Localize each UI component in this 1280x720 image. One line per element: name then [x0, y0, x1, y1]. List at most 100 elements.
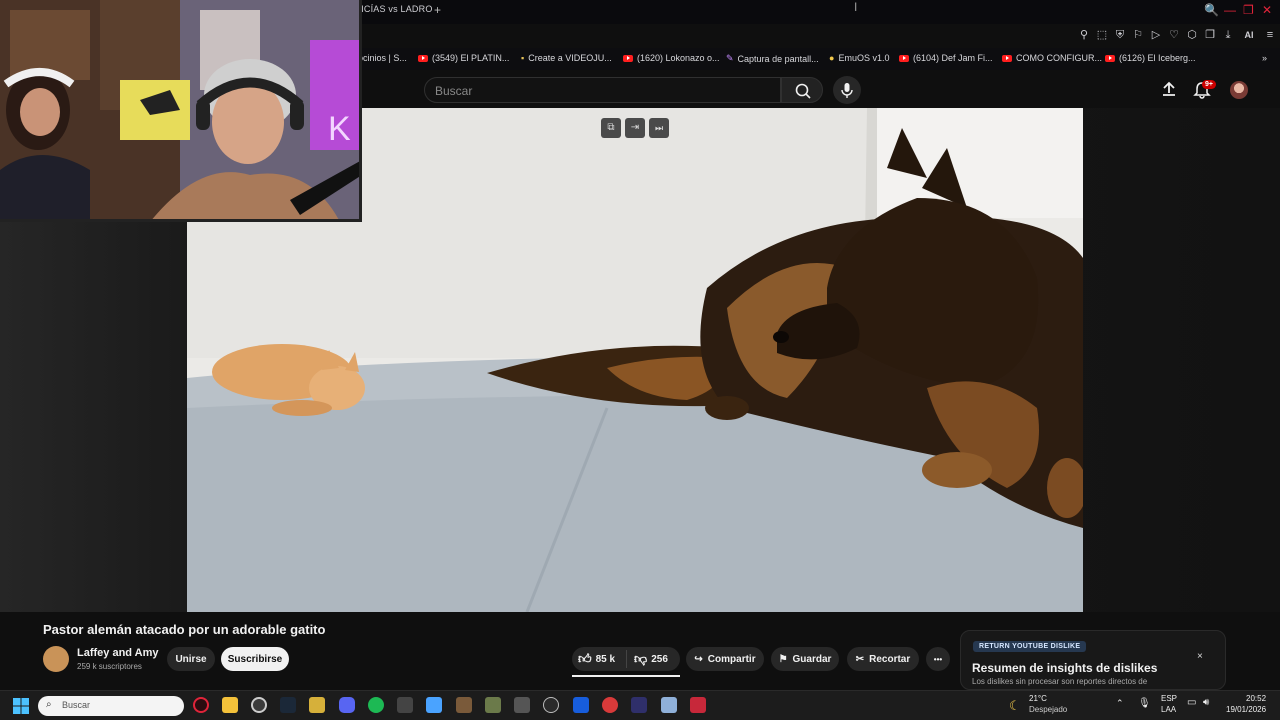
notification-badge: 9+: [1202, 80, 1216, 89]
bookmark-item[interactable]: (6126) El Iceberg...: [1105, 53, 1196, 63]
miniplayer-icon[interactable]: ⧉: [601, 118, 621, 138]
heart-icon[interactable]: ♡: [1168, 28, 1180, 42]
youtube-icon: [1105, 54, 1115, 62]
bookmark-label: (6126) El Iceberg...: [1119, 53, 1196, 63]
thumbs-up-icon: 👍︎: [578, 651, 592, 666]
new-tab-button[interactable]: +: [434, 3, 441, 17]
search-button[interactable]: [781, 77, 823, 103]
search-icon: [795, 83, 811, 99]
bookmark-item[interactable]: ● EmuOS v1.0: [829, 53, 889, 63]
channel-avatar[interactable]: [43, 646, 69, 672]
browser-search-icon[interactable]: 🔍: [1204, 3, 1219, 17]
weather-temperature[interactable]: 21°C: [1029, 694, 1047, 703]
bookmark-item[interactable]: ocinios | S...: [358, 53, 407, 63]
save-button[interactable]: ⚑ Guardar: [771, 647, 839, 671]
upload-icon[interactable]: [1160, 80, 1178, 98]
opera-gx-icon[interactable]: [193, 697, 209, 713]
scissors-icon: ✂: [855, 653, 865, 665]
chrome-icon[interactable]: [251, 697, 267, 713]
file-explorer-icon[interactable]: [222, 697, 238, 713]
taskbar-search-input[interactable]: Buscar: [38, 696, 184, 716]
bookmark-item[interactable]: ▪ Create a VIDEOJU...: [521, 53, 612, 63]
ryd-description: Los dislikes sin procesar son reportes d…: [972, 677, 1148, 686]
exit-icon[interactable]: ⇥: [625, 118, 645, 138]
volume-icon[interactable]: 🔊︎: [1203, 697, 1209, 708]
game-icon: ▪: [521, 53, 525, 63]
share-label: Compartir: [707, 653, 756, 665]
like-button[interactable]: 👍︎ 85 k: [578, 651, 615, 667]
subscriber-count: 259 k suscriptores: [77, 662, 142, 671]
like-ratio-bar: [572, 675, 680, 677]
windows-start-icon[interactable]: [13, 698, 29, 714]
microphone-tray-icon[interactable]: 🎙︎: [1138, 698, 1151, 709]
voice-search-button[interactable]: [833, 76, 861, 104]
app-icon[interactable]: [690, 697, 706, 713]
bookmark-item[interactable]: (6104) Def Jam Fi...: [899, 53, 993, 63]
bookmark-item[interactable]: ✎ Captura de pantall...: [726, 53, 819, 64]
channel-name[interactable]: Laffey and Amy: [77, 647, 159, 659]
steam-icon[interactable]: [280, 697, 296, 713]
moon-weather-icon[interactable]: ☾: [1009, 698, 1021, 714]
bookmark-icon[interactable]: ⚐: [1132, 28, 1144, 42]
divider: [626, 650, 627, 668]
bookmark-label: (6104) Def Jam Fi...: [913, 53, 993, 63]
ryd-panel: RETURN YOUTUBE DISLIKE Resumen de insigh…: [960, 630, 1226, 690]
game-icon[interactable]: [485, 697, 501, 713]
play-icon[interactable]: ▷: [1150, 28, 1162, 42]
notepad-icon[interactable]: [426, 697, 442, 713]
ai-button[interactable]: AI: [1240, 28, 1258, 42]
emuos-icon: ●: [829, 53, 835, 63]
spotify-icon[interactable]: [368, 697, 384, 713]
next-icon[interactable]: ⏭: [649, 118, 669, 138]
download-icon[interactable]: ⤓: [1222, 28, 1234, 42]
clock-time[interactable]: 20:52: [1246, 694, 1266, 703]
browser-tab[interactable]: LICÍAS vs LADRO: [356, 4, 433, 14]
bookmark-item[interactable]: COMO CONFIGUR...: [1002, 53, 1102, 63]
bookmark-item[interactable]: (1620) Lokonazo o...: [623, 53, 720, 63]
shield-icon[interactable]: ⛨: [1114, 28, 1126, 42]
app-icon[interactable]: [602, 697, 618, 713]
search-input[interactable]: Buscar: [424, 77, 781, 103]
save-label: Guardar: [792, 653, 832, 665]
app-icon[interactable]: [309, 697, 325, 713]
weather-description[interactable]: Despejado: [1029, 705, 1067, 714]
network-icon[interactable]: ▭: [1187, 697, 1196, 708]
ryd-badge: RETURN YOUTUBE DISLIKE: [973, 641, 1087, 652]
ryd-close-button[interactable]: ×: [1197, 651, 1203, 662]
thumbs-down-icon: 👎︎: [634, 651, 648, 666]
language-bottom[interactable]: LAA: [1161, 705, 1176, 714]
clock-date[interactable]: 19/01/2026: [1226, 705, 1266, 714]
more-actions-button[interactable]: •••: [926, 647, 950, 671]
join-button[interactable]: Unirse: [167, 647, 215, 671]
game-icon[interactable]: [456, 697, 472, 713]
dislike-button[interactable]: 👎︎ 256: [634, 651, 668, 667]
bookmark-item[interactable]: (3549) El PLATIN...: [418, 53, 509, 63]
language-top[interactable]: ESP: [1161, 694, 1177, 703]
youtube-icon: [1002, 54, 1012, 62]
minimize-button[interactable]: —: [1224, 3, 1236, 17]
restore-button[interactable]: ❐: [1243, 3, 1254, 17]
screenshot-icon[interactable]: ⬚: [1096, 28, 1108, 42]
account-avatar[interactable]: [1230, 81, 1248, 99]
bookmark-label: EmuOS v1.0: [838, 53, 890, 63]
menu-icon[interactable]: ≡: [1264, 28, 1276, 42]
close-window-button[interactable]: ✕: [1262, 3, 1272, 17]
car-game-icon[interactable]: [514, 697, 530, 713]
app-icon[interactable]: [631, 697, 647, 713]
share-button[interactable]: ↪ Compartir: [686, 647, 764, 671]
subscribe-button[interactable]: Suscribirse: [221, 647, 289, 671]
bitwarden-icon[interactable]: [573, 697, 589, 713]
bookmarks-overflow-icon[interactable]: »: [1262, 53, 1267, 63]
extensions-icon[interactable]: ⬡: [1186, 28, 1198, 42]
video-title: Pastor alemán atacado por un adorable ga…: [43, 622, 326, 637]
discord-icon[interactable]: [339, 697, 355, 713]
obs-icon[interactable]: [397, 697, 413, 713]
pin-icon[interactable]: ⚲: [1078, 28, 1090, 42]
bookmark-label: Captura de pantall...: [737, 53, 819, 64]
clip-button[interactable]: ✂ Recortar: [847, 647, 919, 671]
app-icon[interactable]: [543, 697, 559, 713]
youtube-icon: [899, 54, 909, 62]
app-icon[interactable]: [661, 697, 677, 713]
tray-chevron-icon[interactable]: ⌃: [1116, 698, 1124, 709]
copy-icon[interactable]: ❐: [1204, 28, 1216, 42]
